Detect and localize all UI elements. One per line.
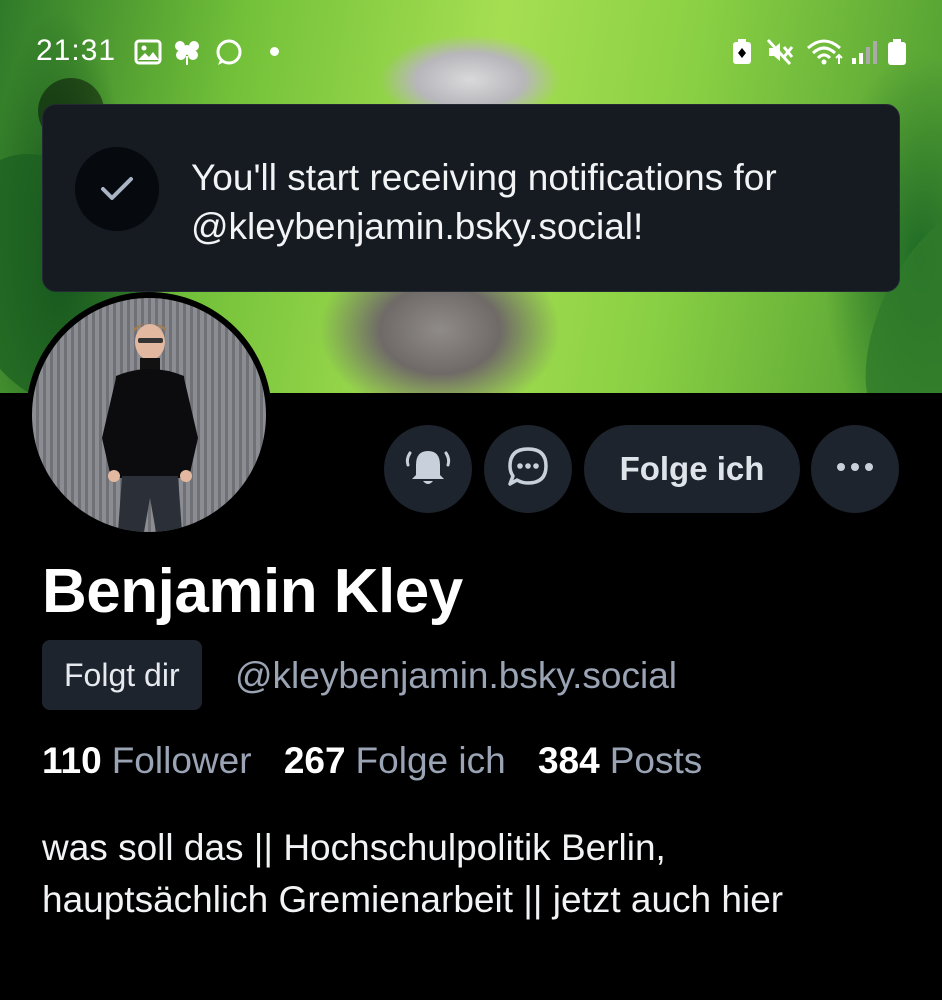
notification-bell-button[interactable] — [384, 425, 472, 513]
battery-saver-icon — [730, 38, 758, 66]
bell-ringing-icon — [404, 445, 452, 494]
profile-handle: @kleybenjamin.bsky.social — [235, 655, 677, 696]
check-icon — [75, 147, 159, 231]
profile-bio: was soll das || Hochschulpolitik Berlin,… — [42, 827, 784, 920]
wifi-icon — [806, 38, 846, 66]
following-label: Folge ich — [355, 740, 506, 781]
notification-toast[interactable]: You'll start receiving notifications for… — [42, 104, 900, 292]
avatar-photo — [32, 298, 266, 532]
followers-label: Follower — [111, 740, 252, 781]
posts-stat: 384 Posts — [538, 740, 724, 781]
battery-icon — [886, 38, 908, 66]
status-time: 21:31 — [36, 34, 117, 67]
posts-count: 384 — [537, 740, 600, 781]
follow-button[interactable]: Folge ich — [584, 425, 800, 513]
more-options-button[interactable] — [811, 425, 899, 513]
chat-icon — [505, 445, 551, 494]
following-count: 267 — [283, 740, 346, 781]
avatar[interactable] — [26, 292, 272, 538]
status-bar: 21:31 — [0, 0, 942, 104]
signal-icon — [850, 38, 878, 66]
more-horizontal-icon — [835, 460, 875, 478]
follows-you-badge: Folgt dir — [42, 640, 202, 710]
posts-label: Posts — [609, 740, 703, 781]
flower-icon — [172, 38, 200, 66]
mute-icon — [766, 38, 794, 66]
toast-message: You'll start receiving notifications for… — [191, 157, 777, 247]
profile-stats: 110 Follower 267 Folge ich 384 Posts — [42, 740, 724, 782]
dot-icon — [270, 47, 279, 56]
image-icon — [134, 38, 162, 66]
display-name: Benjamin Kley — [42, 557, 463, 626]
message-button[interactable] — [484, 425, 572, 513]
followers-count: 110 — [42, 740, 102, 781]
chat-bubble-icon — [214, 38, 242, 66]
followers-stat[interactable]: 110 Follower — [42, 740, 274, 781]
following-stat[interactable]: 267 Folge ich — [284, 740, 528, 781]
